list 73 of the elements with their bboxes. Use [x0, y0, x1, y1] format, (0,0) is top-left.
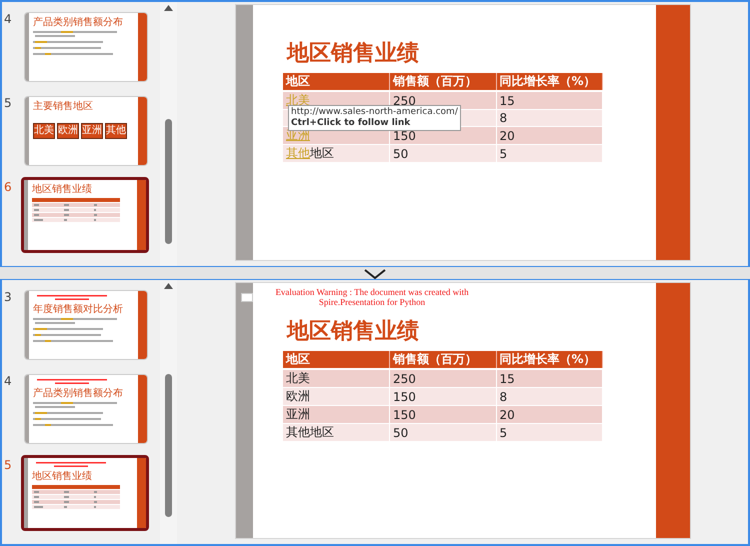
thumbnail-side-strip [24, 458, 28, 528]
thumbnail-region-label: 其他 [105, 123, 127, 139]
thumbnail-side-strip [138, 291, 147, 359]
slide-thumbnail[interactable]: 产品类别销售额分布 [24, 12, 148, 82]
table-cell: 250 [393, 94, 416, 108]
table-cell: 其他地区 [286, 146, 334, 160]
thumbnail-title: 产品类别销售额分布 [33, 17, 123, 28]
table-header-cell: 同比增长率（%） [496, 351, 602, 369]
table-cell: 8 [500, 111, 508, 125]
thumbnail-region-label: 亚洲 [81, 123, 103, 139]
thumbnail-side-strip [25, 291, 29, 359]
thumbnail-side-strip [137, 180, 146, 250]
table-header-cell: 地区 [283, 73, 390, 91]
table-cell: 5 [500, 146, 508, 160]
table-cell: 15 [500, 94, 515, 108]
table-cell: 50 [393, 146, 408, 160]
slide-title: 地区销售业绩 [287, 40, 419, 68]
evaluation-warning-text: Evaluation Warning : The document was created with [275, 287, 469, 297]
table-cell: 欧洲 [286, 389, 310, 403]
table-header-cell: 销售额（百万） [390, 73, 496, 91]
table-cell: 20 [500, 408, 515, 422]
scrollbar-thumb[interactable] [165, 119, 172, 244]
thumbnail-side-strip [138, 375, 147, 443]
slide-number: 4 [3, 374, 13, 388]
thumbnail-title: 地区销售业绩 [32, 471, 92, 482]
evaluation-warning-text: Spire.Presentation for Python [318, 297, 426, 307]
slide-title: 地区销售业绩 [287, 318, 419, 346]
table-cell: 20 [500, 128, 515, 142]
scroll-up-icon[interactable] [164, 283, 173, 289]
slide-number: 4 [3, 12, 13, 26]
thumbnail-title: 年度销售额对比分析 [33, 304, 123, 315]
table-cell: 8 [500, 390, 508, 404]
slide-thumbnail[interactable]: 产品类别销售额分布 [24, 374, 148, 444]
slide-thumbnail[interactable]: 年度销售额对比分析 [24, 290, 148, 360]
thumbnail-side-strip [25, 375, 29, 443]
slide-number: 6 [3, 180, 13, 194]
thumbnail-side-strip [137, 458, 146, 528]
thumbnail-side-strip [25, 13, 29, 81]
thumbnail-title: 产品类别销售额分布 [33, 388, 123, 399]
thumbnail-region-label: 欧洲 [57, 123, 79, 139]
table-cell: 亚洲 [286, 407, 310, 421]
slide-number: 5 [3, 458, 13, 472]
thumbnail-side-strip [25, 97, 29, 165]
slide-number: 5 [3, 96, 13, 110]
table-header-cell: 同比增长率（%） [496, 73, 602, 91]
table-header-cell: 销售额（百万） [390, 351, 496, 369]
tooltip-hint: Ctrl+Click to follow link [291, 118, 412, 129]
chevron-down-icon[interactable] [364, 269, 386, 279]
slide-number: 3 [3, 290, 13, 304]
scroll-up-icon[interactable] [164, 5, 173, 11]
table-cell: 250 [393, 372, 416, 386]
table-cell: 150 [393, 390, 416, 404]
slide-thumbnail[interactable]: 主要销售地区 北美 欧洲 亚洲 其他 [24, 96, 148, 166]
table-cell: 其他地区 [286, 425, 334, 439]
scrollbar-thumb[interactable] [165, 374, 172, 517]
thumbnail-side-strip [138, 13, 147, 81]
table-cell: 北美 [286, 371, 310, 385]
table-cell: 5 [500, 426, 508, 440]
thumbnail-side-strip [138, 97, 147, 165]
thumbnail-side-strip [24, 180, 28, 250]
table-cell: 50 [393, 426, 408, 440]
table-cell: 150 [393, 128, 416, 142]
thumbnail-region-label: 北美 [33, 123, 55, 139]
tooltip-url: http://www.sales-north-america.com/ [291, 107, 458, 118]
table-cell: 150 [393, 408, 416, 422]
placeholder-box-icon [241, 293, 253, 302]
slide-thumbnail[interactable]: 地区销售业绩 [21, 177, 149, 253]
table-header-cell: 地区 [283, 351, 390, 369]
slide-thumbnail[interactable]: 地区销售业绩 [21, 455, 149, 531]
thumbnail-title: 主要销售地区 [33, 101, 93, 112]
table-cell: 北美 [286, 93, 310, 107]
table-cell: 15 [500, 372, 515, 386]
thumbnail-title: 地区销售业绩 [32, 184, 92, 195]
